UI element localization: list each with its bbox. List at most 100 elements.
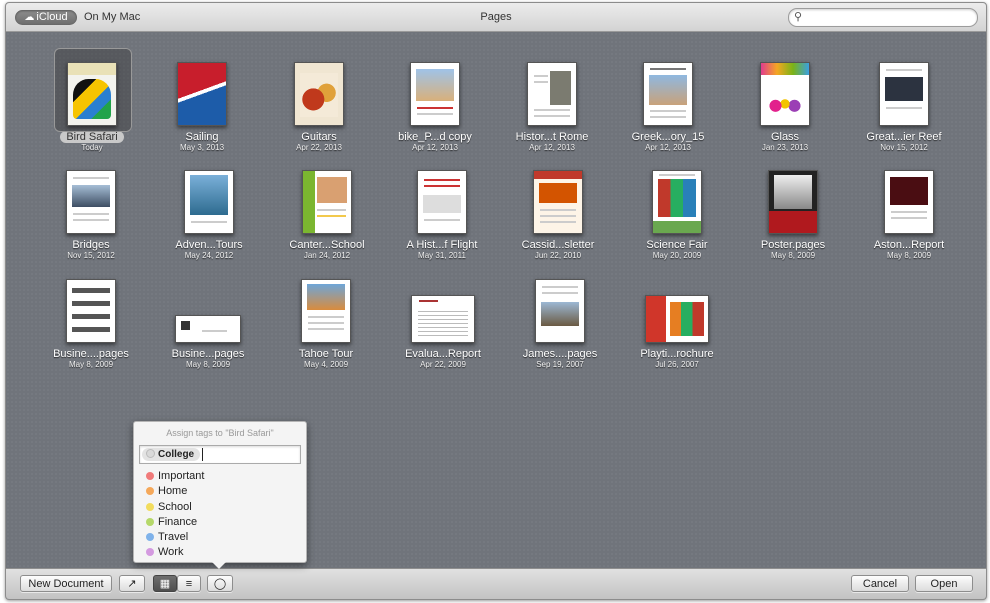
document-date: May 24, 2012 (184, 251, 234, 260)
tag-input-field[interactable]: College (139, 445, 301, 464)
share-button[interactable]: ↗ (119, 575, 145, 592)
document-thumbnail (301, 279, 351, 343)
document-item[interactable]: Great...ier Reef Nov 15, 2012 (850, 52, 958, 152)
tag-label: Finance (158, 515, 198, 528)
tag-item-school[interactable]: School (146, 500, 204, 515)
tag-list: Important Home School Finance Travel Wor… (146, 469, 204, 561)
open-button[interactable]: Open (915, 575, 973, 592)
list-view-icon: ≡ (185, 578, 193, 590)
document-item[interactable]: Busine....pages May 8, 2009 (37, 269, 145, 369)
tag-label: Work (158, 546, 184, 559)
grid-view-button[interactable]: ▦ (153, 575, 177, 592)
tag-label: School (158, 500, 192, 513)
document-thumbnail (175, 315, 241, 343)
document-date: Apr 22, 2013 (296, 143, 342, 152)
document-date: May 31, 2011 (418, 251, 466, 260)
search-input[interactable] (807, 10, 967, 24)
document-item[interactable]: A Hist...f Flight May 31, 2011 (388, 160, 496, 260)
document-item[interactable]: Busine...pages May 8, 2009 (154, 269, 262, 369)
document-thumbnail (652, 170, 702, 234)
tag-item-travel[interactable]: Travel (146, 530, 204, 545)
document-name: Poster.pages (760, 239, 826, 251)
tag-color-dot (146, 517, 154, 526)
document-date: May 8, 2009 (68, 360, 114, 369)
tag-icon: ◯ (213, 578, 227, 590)
document-thumbnail (417, 170, 467, 234)
document-name: Canter...School (289, 239, 365, 251)
document-name: Playti...rochure (640, 348, 714, 360)
document-name: bike_P...d copy (398, 131, 472, 143)
tag-label: Home (158, 485, 188, 498)
document-date: Jan 24, 2012 (303, 251, 351, 260)
search-field[interactable]: ⚲ (788, 8, 978, 27)
document-thumbnail (645, 295, 709, 343)
document-item[interactable]: Aston...Report May 8, 2009 (855, 160, 963, 260)
document-item[interactable]: James....pages Sep 19, 2007 (506, 269, 614, 369)
on-my-mac-button[interactable]: On My Mac (84, 10, 140, 25)
document-thumbnail (879, 62, 929, 126)
cancel-button[interactable]: Cancel (851, 575, 909, 592)
document-item[interactable]: Glass Jan 23, 2013 (731, 52, 839, 152)
tag-item-work[interactable]: Work (146, 545, 204, 560)
document-date: Jun 22, 2010 (534, 251, 582, 260)
document-thumbnail (177, 62, 227, 126)
document-item[interactable]: Adven...Tours May 24, 2012 (155, 160, 263, 260)
document-name: Busine....pages (53, 348, 129, 360)
bottom-toolbar: New Document ↗ ▦ ≡ ◯ Cancel Open (6, 568, 986, 599)
document-item[interactable]: Playti...rochure Jul 26, 2007 (623, 269, 731, 369)
document-item[interactable]: Bridges Nov 15, 2012 (37, 160, 145, 260)
document-date: Nov 15, 2012 (67, 251, 115, 260)
document-item[interactable]: Poster.pages May 8, 2009 (739, 160, 847, 260)
tag-token[interactable]: College (142, 448, 201, 461)
document-date: Apr 12, 2013 (529, 143, 575, 152)
document-date: Apr 12, 2013 (645, 143, 691, 152)
icloud-source-button[interactable]: ☁ iCloud (15, 10, 77, 25)
document-item[interactable]: Canter...School Jan 24, 2012 (273, 160, 381, 260)
document-item[interactable]: Science Fair May 20, 2009 (623, 160, 731, 260)
document-name: Greek...ory_15 (631, 131, 705, 143)
tag-color-dot (146, 472, 154, 480)
document-item[interactable]: Bird Safari Today (38, 48, 146, 152)
document-item[interactable]: bike_P...d copy Apr 12, 2013 (381, 52, 489, 152)
text-caret (202, 448, 203, 461)
new-document-button[interactable]: New Document (20, 575, 112, 592)
document-name: Science Fair (646, 239, 708, 251)
document-name: Tahoe Tour (298, 348, 354, 360)
tag-color-dot (146, 533, 154, 542)
tag-color-dot (146, 487, 154, 496)
document-date: Today (81, 143, 103, 152)
document-item[interactable]: Sailing May 3, 2013 (148, 52, 256, 152)
tag-button[interactable]: ◯ (207, 575, 233, 592)
tag-item-important[interactable]: Important (146, 469, 204, 484)
tag-item-home[interactable]: Home (146, 484, 204, 499)
document-name: Guitars (301, 131, 337, 143)
share-icon: ↗ (127, 578, 137, 590)
document-name: James....pages (522, 348, 598, 360)
document-item[interactable]: Evalua...Report Apr 22, 2009 (389, 269, 497, 369)
document-item[interactable]: Cassid...sletter Jun 22, 2010 (504, 160, 612, 260)
document-thumbnail (884, 170, 934, 234)
document-thumbnail (66, 279, 116, 343)
document-date: May 8, 2009 (886, 251, 932, 260)
tag-color-dot (146, 449, 155, 458)
document-name: Great...ier Reef (866, 131, 942, 143)
tag-item-finance[interactable]: Finance (146, 515, 204, 530)
document-item[interactable]: Greek...ory_15 Apr 12, 2013 (614, 52, 722, 152)
document-thumbnail (184, 170, 234, 234)
document-thumbnail (643, 62, 693, 126)
document-date: Nov 15, 2012 (880, 143, 928, 152)
document-name: Cassid...sletter (521, 239, 595, 251)
list-view-button[interactable]: ≡ (177, 575, 201, 592)
document-item[interactable]: Guitars Apr 22, 2013 (265, 52, 373, 152)
document-thumbnail (411, 295, 475, 343)
document-date: May 3, 2013 (179, 143, 225, 152)
document-item[interactable]: Histor...t Rome Apr 12, 2013 (498, 52, 606, 152)
document-item[interactable]: Tahoe Tour May 4, 2009 (272, 269, 380, 369)
grid-view-icon: ▦ (159, 578, 171, 590)
tag-label: Important (158, 470, 205, 482)
popover-title: Assign tags to "Bird Safari" (166, 428, 274, 438)
document-thumbnail (533, 170, 583, 234)
document-date: May 4, 2009 (303, 360, 349, 369)
document-name: Busine...pages (171, 348, 245, 360)
document-name: Histor...t Rome (515, 131, 589, 143)
